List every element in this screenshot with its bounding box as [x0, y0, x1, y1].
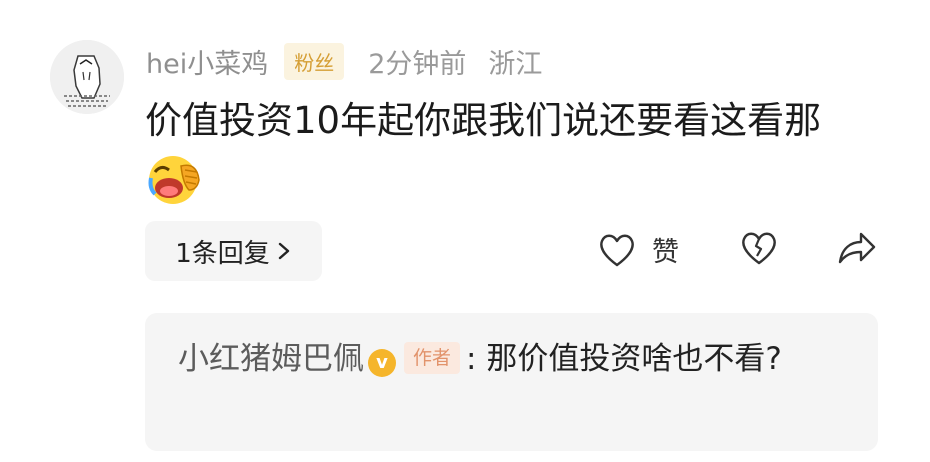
- comment-time: 2分钟前: [368, 48, 467, 80]
- broken-heart-icon: [742, 232, 776, 265]
- avatar-sketch-icon: [50, 40, 124, 114]
- comment-username[interactable]: hei小菜鸡: [146, 42, 268, 81]
- verified-badge-icon: v: [368, 349, 396, 377]
- reply-text-line: 小红猪姆巴佩 v 作者: 那价值投资啥也不看?: [178, 333, 848, 385]
- comment-location: 浙江: [488, 48, 543, 80]
- face-palm-laughing-emoji: [148, 156, 200, 204]
- chevron-right-icon: [278, 242, 289, 260]
- reply-separator: :: [466, 341, 477, 377]
- comment-text: 价值投资10年起你跟我们说还要看这看那: [145, 99, 822, 142]
- like-button[interactable]: 赞: [598, 230, 679, 269]
- dislike-button[interactable]: [740, 230, 778, 266]
- avatar[interactable]: [50, 40, 124, 114]
- reply-preview[interactable]: 小红猪姆巴佩 v 作者: 那价值投资啥也不看?: [145, 313, 878, 451]
- fan-badge: 粉丝: [284, 42, 345, 80]
- reply-username[interactable]: 小红猪姆巴佩: [178, 341, 364, 377]
- comment-body: 价值投资10年起你跟我们说还要看这看那: [145, 92, 875, 209]
- heart-outline-icon: [600, 234, 634, 266]
- reply-count-button[interactable]: 1条回复: [145, 221, 322, 281]
- comment-header: hei小菜鸡 粉丝 2分钟前 浙江: [146, 42, 542, 80]
- reply-content: 那价值投资啥也不看?: [486, 341, 782, 377]
- reply-count-label: 1条回复: [175, 238, 270, 269]
- author-tag: 作者: [404, 342, 461, 374]
- share-arrow-icon: [838, 232, 876, 264]
- like-label: 赞: [652, 237, 679, 268]
- share-button[interactable]: [837, 230, 877, 266]
